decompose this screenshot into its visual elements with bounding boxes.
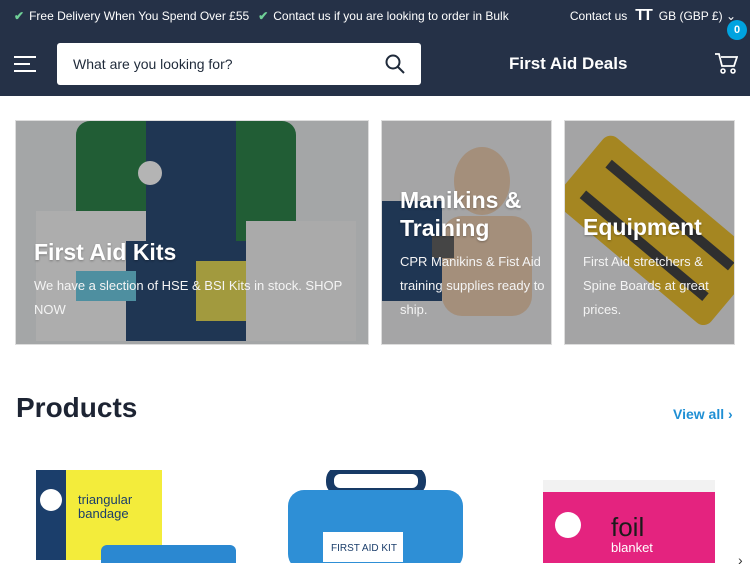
currency-selector[interactable]: GB (GBP £) ⌄ — [659, 9, 736, 23]
delivery-message: ✔ Free Delivery When You Spend Over £55 — [14, 9, 249, 23]
contact-link[interactable]: Contact us — [570, 9, 627, 23]
site-logo[interactable]: First Aid Deals — [509, 54, 627, 74]
collection-card-equipment[interactable]: Equipment First Aid stretchers & Spine B… — [564, 120, 735, 345]
collection-card-manikins-training[interactable]: Manikins & Training CPR Manikins & Fist … — [381, 120, 552, 345]
collection-title: Manikins & Training — [400, 187, 522, 241]
search-input[interactable]: What are you looking for? — [57, 43, 421, 85]
currency-value: GB (GBP £) — [658, 9, 723, 23]
product-image-first-aid-kit[interactable]: FIRST AID KIT — [288, 470, 468, 563]
bulk-text: Contact us if you are looking to order i… — [273, 9, 509, 23]
site-header: What are you looking for? First Aid Deal… — [0, 20, 750, 96]
collection-description: CPR Manikins & Fist Aid training supplie… — [400, 254, 545, 317]
delivery-text: Free Delivery When You Spend Over £55 — [29, 9, 250, 23]
menu-icon[interactable] — [14, 56, 36, 72]
carousel-next-icon[interactable]: › — [738, 552, 743, 568]
cart-count-badge: 0 — [727, 20, 747, 40]
product-image-foil-blanket[interactable]: foil blanket — [543, 470, 723, 563]
collection-title: First Aid Kits — [34, 239, 177, 265]
announcement-bar: ✔ Free Delivery When You Spend Over £55 ✔… — [0, 0, 750, 32]
collection-title: Equipment — [583, 214, 702, 240]
cart-icon[interactable] — [714, 52, 738, 76]
check-icon: ✔ — [258, 9, 269, 23]
collection-description: We have a slection of HSE & BSI Kits in … — [34, 278, 343, 317]
product-label: foil — [611, 512, 644, 542]
bulk-message: ✔ Contact us if you are looking to order … — [258, 9, 509, 23]
section-heading: Products — [16, 392, 138, 423]
chevron-right-icon: › — [728, 406, 733, 422]
product-label: triangular — [78, 492, 133, 507]
search-icon[interactable] — [385, 54, 405, 74]
product-label: FIRST AID KIT — [331, 543, 397, 554]
product-image-triangular-bandage[interactable]: triangular bandage — [36, 470, 246, 563]
check-icon: ✔ — [14, 9, 25, 23]
search-placeholder: What are you looking for? — [73, 56, 233, 72]
collection-card-first-aid-kits[interactable]: First Aid Kits We have a slection of HSE… — [15, 120, 369, 345]
product-label: blanket — [611, 540, 653, 555]
collection-description: First Aid stretchers & Spine Boards at g… — [583, 254, 709, 317]
text-size-icon[interactable]: TT — [635, 7, 652, 25]
product-label: bandage — [78, 506, 129, 521]
view-all-link[interactable]: View all › — [673, 406, 733, 422]
